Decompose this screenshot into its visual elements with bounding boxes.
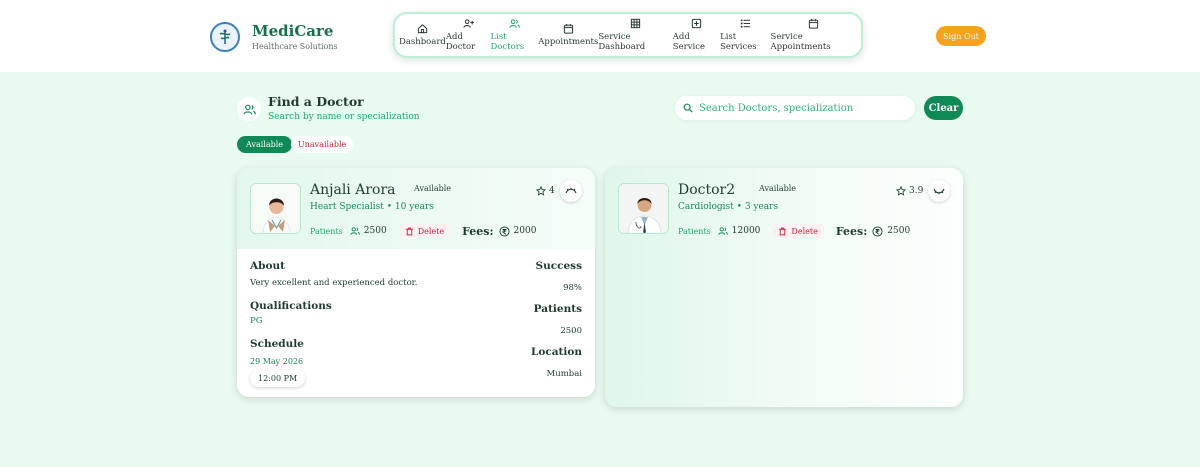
nav-appointments[interactable]: Appointments xyxy=(538,23,598,47)
brand-tagline: Healthcare Solutions xyxy=(252,42,338,51)
users-icon xyxy=(237,97,261,121)
success-value: 98% xyxy=(563,283,582,293)
status-badge: Available xyxy=(759,184,797,193)
nav-label: Add Service xyxy=(672,32,706,52)
grid-icon xyxy=(630,18,641,29)
nav-add-doctor[interactable]: Add Doctor xyxy=(446,18,491,52)
doctor-details: About Very excellent and experienced doc… xyxy=(237,249,595,397)
nav-service-appointments[interactable]: Service Appointments xyxy=(771,18,857,52)
search-input[interactable] xyxy=(699,102,899,114)
sign-out-button[interactable]: Sign Out xyxy=(936,26,986,46)
home-icon xyxy=(417,24,428,34)
nav-label: Service Appointments xyxy=(770,32,831,52)
star-icon xyxy=(536,186,546,196)
schedule-date: 29 May 2026 xyxy=(250,357,304,366)
search-box xyxy=(675,96,915,120)
rupee-icon xyxy=(872,225,883,237)
nav-label: List Services xyxy=(720,32,757,52)
brand-name: MediCare xyxy=(252,22,334,40)
schedule-title: Schedule xyxy=(250,338,304,350)
qualifications-text: PG xyxy=(250,316,263,326)
patients-value: 2500 xyxy=(560,326,582,336)
filter-unavailable[interactable]: Unavailable xyxy=(291,136,354,153)
nav-dashboard[interactable]: Dashboard xyxy=(399,23,446,47)
calendar-icon xyxy=(563,23,573,34)
doctor-card[interactable]: Doctor2 Available Cardiologist • 3 years… xyxy=(605,168,963,407)
page-subtitle: Search by name or specialization xyxy=(268,112,420,122)
success-title: Success xyxy=(535,260,582,272)
top-header: MediCare Healthcare Solutions Dashboard … xyxy=(0,0,1200,72)
eye-open-icon xyxy=(565,187,577,194)
trash-icon xyxy=(405,227,413,235)
patients-count: 12000 xyxy=(731,226,761,236)
patients-count: 2500 xyxy=(363,226,387,236)
nav-add-service[interactable]: Add Service xyxy=(673,18,720,52)
star-icon xyxy=(896,186,906,196)
patients-title: Patients xyxy=(533,303,582,315)
location-value: Mumbai xyxy=(546,369,582,379)
doctor-name: Doctor2 xyxy=(678,182,736,198)
rupee-icon xyxy=(499,225,510,237)
patients-label: Patients xyxy=(310,226,343,236)
plus-square-icon xyxy=(691,18,702,29)
nav-list-services[interactable]: List Services xyxy=(720,18,770,52)
about-text: Very excellent and experienced doctor. xyxy=(250,278,418,288)
nav-service-dashboard[interactable]: Service Dashboard xyxy=(598,18,672,52)
main-nav: Dashboard Add Doctor List Doctors Appoin… xyxy=(393,12,863,58)
delete-label: Delete xyxy=(417,226,445,236)
patients-label: Patients xyxy=(678,226,711,236)
qualifications-title: Qualifications xyxy=(250,300,332,312)
rating-value: 4 xyxy=(549,186,555,196)
fees-label: Fees: xyxy=(835,224,868,238)
doctor-specialization: Cardiologist • 3 years xyxy=(678,202,779,212)
users-icon xyxy=(718,227,728,235)
fees-value: 2500 xyxy=(887,226,911,236)
doctor-photo xyxy=(618,183,669,234)
page-title: Find a Doctor xyxy=(268,94,364,109)
status-badge: Available xyxy=(414,184,452,193)
schedule-time-chip[interactable]: 12:00 PM xyxy=(250,370,306,387)
doctor-card-header: Anjali Arora Available Heart Specialist … xyxy=(237,168,595,249)
search-icon xyxy=(683,103,693,113)
nav-label: List Doctors xyxy=(490,32,525,52)
location-title: Location xyxy=(530,346,582,358)
nav-label: Appointments xyxy=(538,37,599,47)
rating-value: 3.9 xyxy=(909,186,924,196)
doctor-name: Anjali Arora xyxy=(310,182,396,198)
doctor-specialization: Heart Specialist • 10 years xyxy=(310,202,434,212)
doctor-stats: Patients 2500 Delete Fees: 2000 xyxy=(310,224,536,238)
doctor-card[interactable]: Anjali Arora Available Heart Specialist … xyxy=(237,168,595,397)
delete-button[interactable]: Delete xyxy=(772,224,824,238)
collapse-button[interactable] xyxy=(560,180,582,202)
filter-available[interactable]: Available xyxy=(237,136,293,153)
users-icon xyxy=(509,19,520,28)
calendar-icon xyxy=(809,18,819,29)
nav-label: Service Dashboard xyxy=(598,32,646,52)
doctor-stats: Patients 12000 Delete Fees: 2500 xyxy=(678,224,910,238)
fees-label: Fees: xyxy=(462,224,494,238)
delete-label: Delete xyxy=(791,226,818,236)
fees-value: 2000 xyxy=(513,226,537,236)
users-icon xyxy=(350,227,360,235)
user-plus-icon xyxy=(463,19,474,28)
doctor-rating: 3.9 xyxy=(896,186,923,196)
trash-icon xyxy=(779,227,787,235)
doctor-card-header: Doctor2 Available Cardiologist • 3 years… xyxy=(605,168,963,249)
expand-button[interactable] xyxy=(928,180,950,202)
nav-label: Dashboard xyxy=(399,37,446,47)
medicare-logo-icon xyxy=(210,22,240,52)
clear-button[interactable]: Clear xyxy=(924,96,963,120)
nav-list-doctors[interactable]: List Doctors xyxy=(490,18,538,52)
brand[interactable]: MediCare Healthcare Solutions xyxy=(210,22,338,52)
about-title: About xyxy=(250,260,285,272)
eye-closed-icon xyxy=(933,188,945,195)
nav-label: Add Doctor xyxy=(445,32,476,52)
list-icon xyxy=(740,19,750,28)
doctor-rating: 4 xyxy=(536,186,555,196)
delete-button[interactable]: Delete xyxy=(398,224,451,238)
doctor-photo xyxy=(250,183,301,234)
